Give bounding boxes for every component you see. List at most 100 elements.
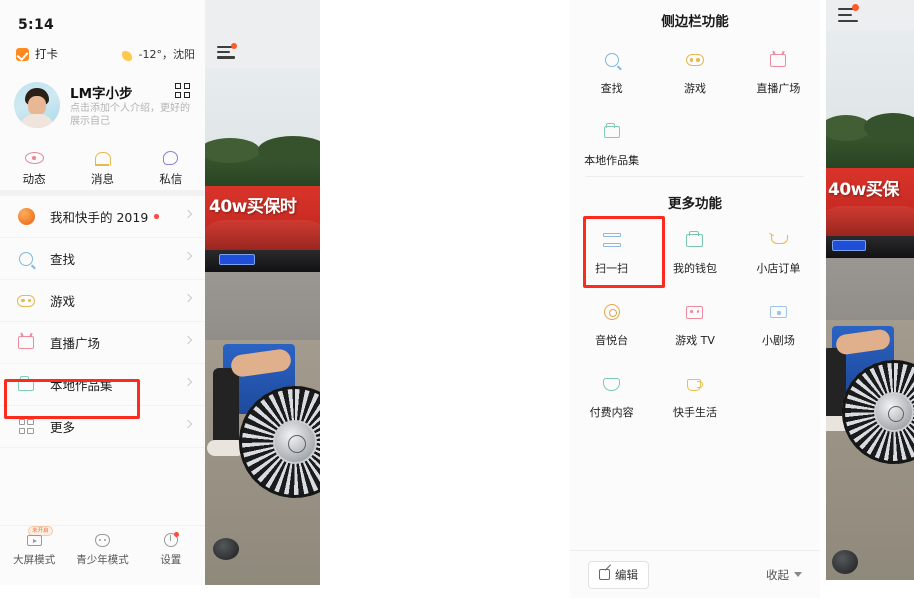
tab-xiaoxi-label: 消息 — [90, 172, 114, 186]
chevron-right-icon — [183, 335, 193, 345]
weather-widget[interactable]: -12°，沈阳 — [119, 45, 195, 63]
game-icon — [685, 48, 704, 72]
checkbox-checked-icon — [16, 47, 29, 61]
bottom-tab-bigscreen[interactable]: 未开启 大屏模式 — [0, 526, 68, 573]
hamburger-menu-icon[interactable] — [838, 4, 859, 23]
chevron-right-icon — [183, 209, 193, 219]
left-drawer-panel: 5:14 打卡 -12°，沈阳 LM字小步 点击添加个人介绍，更好的展示自己 动… — [0, 0, 205, 585]
sheet-item-paid-content[interactable]: 付费内容 — [570, 360, 653, 432]
search-icon — [16, 251, 36, 266]
game-tv-icon — [686, 300, 704, 324]
bell-icon — [68, 148, 136, 168]
sheet-item-shop-orders[interactable]: 小店订单 — [737, 216, 820, 288]
video-content[interactable]: 40w买保时 — [205, 68, 320, 585]
scan-item-highlight — [583, 216, 665, 288]
qr-code-icon[interactable] — [175, 83, 190, 98]
right-video-content[interactable]: 40w买保 — [826, 30, 914, 580]
sheet-section1-title: 侧边栏功能 — [661, 14, 729, 30]
tab-dongtai[interactable]: 动态 — [0, 148, 68, 190]
screen-icon — [769, 300, 787, 324]
bottom-tab-settings-label: 设置 — [160, 554, 182, 566]
menu-item-live-label: 直播广场 — [50, 336, 101, 351]
sheet-item-wallet[interactable]: 我的钱包 — [653, 216, 736, 288]
video-small-wheel — [832, 550, 858, 574]
menu-red-dot — [852, 4, 859, 11]
sheet-section2-title: 更多功能 — [668, 196, 722, 212]
sheet-item-music[interactable]: 音悦台 — [570, 288, 653, 360]
status-bar-time: 5:14 — [18, 17, 55, 33]
menu-item-2019[interactable]: 我和快手的 2019 — [0, 196, 205, 238]
edit-button[interactable]: 编辑 — [588, 560, 649, 589]
profile-tabs: 动态 消息 私信 — [0, 148, 205, 190]
avatar[interactable] — [14, 82, 60, 128]
left-phone-screenshot: 5:14 打卡 -12°，沈阳 LM字小步 点击添加个人介绍，更好的展示自己 动… — [0, 0, 320, 585]
menu-item-more-label: 更多 — [50, 420, 76, 435]
left-phone-video-strip: 40w买保时 — [205, 0, 320, 585]
menu-item-live[interactable]: 直播广场 — [0, 322, 205, 364]
folder-icon — [603, 120, 620, 144]
sheet-footer: 编辑 收起 — [570, 550, 820, 598]
sheet-item-live[interactable]: 直播广场 — [737, 36, 820, 108]
sheet-item-local-works-label: 本地作品集 — [584, 154, 640, 167]
sheet-item-theater[interactable]: 小剧场 — [737, 288, 820, 360]
search-icon — [604, 48, 619, 72]
sheet-item-game-label: 游戏 — [683, 82, 706, 95]
bottom-tab-teen[interactable]: 青少年模式 — [68, 526, 136, 573]
tab-xiaoxi[interactable]: 消息 — [68, 148, 136, 190]
avatar-face — [28, 96, 46, 116]
chevron-right-icon — [183, 293, 193, 303]
eye-icon — [0, 148, 68, 168]
sheet-item-search[interactable]: 查找 — [570, 36, 653, 108]
chat-bubble-icon — [137, 148, 205, 168]
video-hubcap — [874, 392, 914, 432]
profile-description[interactable]: 点击添加个人介绍，更好的展示自己 — [70, 102, 190, 128]
cup-icon — [686, 372, 703, 396]
moon-icon — [119, 45, 137, 63]
menu-item-game-label: 游戏 — [50, 294, 76, 309]
chevron-right-icon — [183, 419, 193, 429]
menu-item-search[interactable]: 查找 — [0, 238, 205, 280]
live-icon — [770, 48, 787, 72]
collapse-label: 收起 — [766, 567, 789, 582]
pumpkin-icon — [16, 208, 36, 225]
sheet-item-live-label: 直播广场 — [756, 82, 801, 95]
drawer-bottom-bar: 未开启 大屏模式 青少年模式 设置 — [0, 525, 205, 573]
bottom-tab-settings[interactable]: 设置 — [137, 526, 205, 573]
grid-icon — [16, 419, 36, 434]
paid-content-icon — [603, 372, 621, 396]
menu-red-dot — [231, 43, 237, 49]
more-menu-highlight — [4, 379, 140, 419]
game-icon — [16, 294, 36, 307]
sheet-item-life-label: 快手生活 — [672, 406, 717, 419]
tab-dongtai-label: 动态 — [22, 172, 46, 186]
menu-item-search-label: 查找 — [50, 252, 76, 267]
sheet-empty-cell — [737, 108, 820, 180]
video-license-plate — [832, 240, 866, 251]
live-icon — [16, 336, 36, 349]
collapse-button[interactable]: 收起 — [766, 567, 802, 583]
sheet-item-life[interactable]: 快手生活 — [653, 360, 736, 432]
hamburger-menu-icon[interactable] — [217, 43, 237, 59]
video-hubcap — [273, 420, 317, 464]
sheet-item-wallet-label: 我的钱包 — [672, 262, 717, 275]
video-small-wheel — [213, 538, 239, 560]
sheet-item-paid-content-label: 付费内容 — [589, 406, 634, 419]
checkin-label: 打卡 — [35, 47, 58, 61]
profile-section[interactable]: LM字小步 点击添加个人介绍，更好的展示自己 — [0, 78, 205, 140]
sheet-divider — [586, 176, 804, 177]
tab-sixin-label: 私信 — [159, 172, 183, 186]
sheet-item-local-works[interactable]: 本地作品集 — [570, 108, 653, 180]
weather-text: -12°，沈阳 — [138, 48, 195, 61]
menu-item-game[interactable]: 游戏 — [0, 280, 205, 322]
caret-down-icon — [794, 572, 802, 577]
sheet-empty-cell — [653, 108, 736, 180]
tab-sixin[interactable]: 私信 — [137, 148, 205, 190]
right-phone-screenshot: 40w买保 — [826, 0, 914, 580]
sidebar-functions-grid: 查找 游戏 直播广场 本地作品集 — [570, 36, 820, 180]
chevron-right-icon — [183, 377, 193, 387]
video-person-leg — [213, 368, 239, 448]
sheet-item-game-tv[interactable]: 游戏 TV — [653, 288, 736, 360]
settings-red-dot — [173, 532, 179, 537]
checkin-button[interactable]: 打卡 — [16, 46, 58, 62]
sheet-item-game[interactable]: 游戏 — [653, 36, 736, 108]
